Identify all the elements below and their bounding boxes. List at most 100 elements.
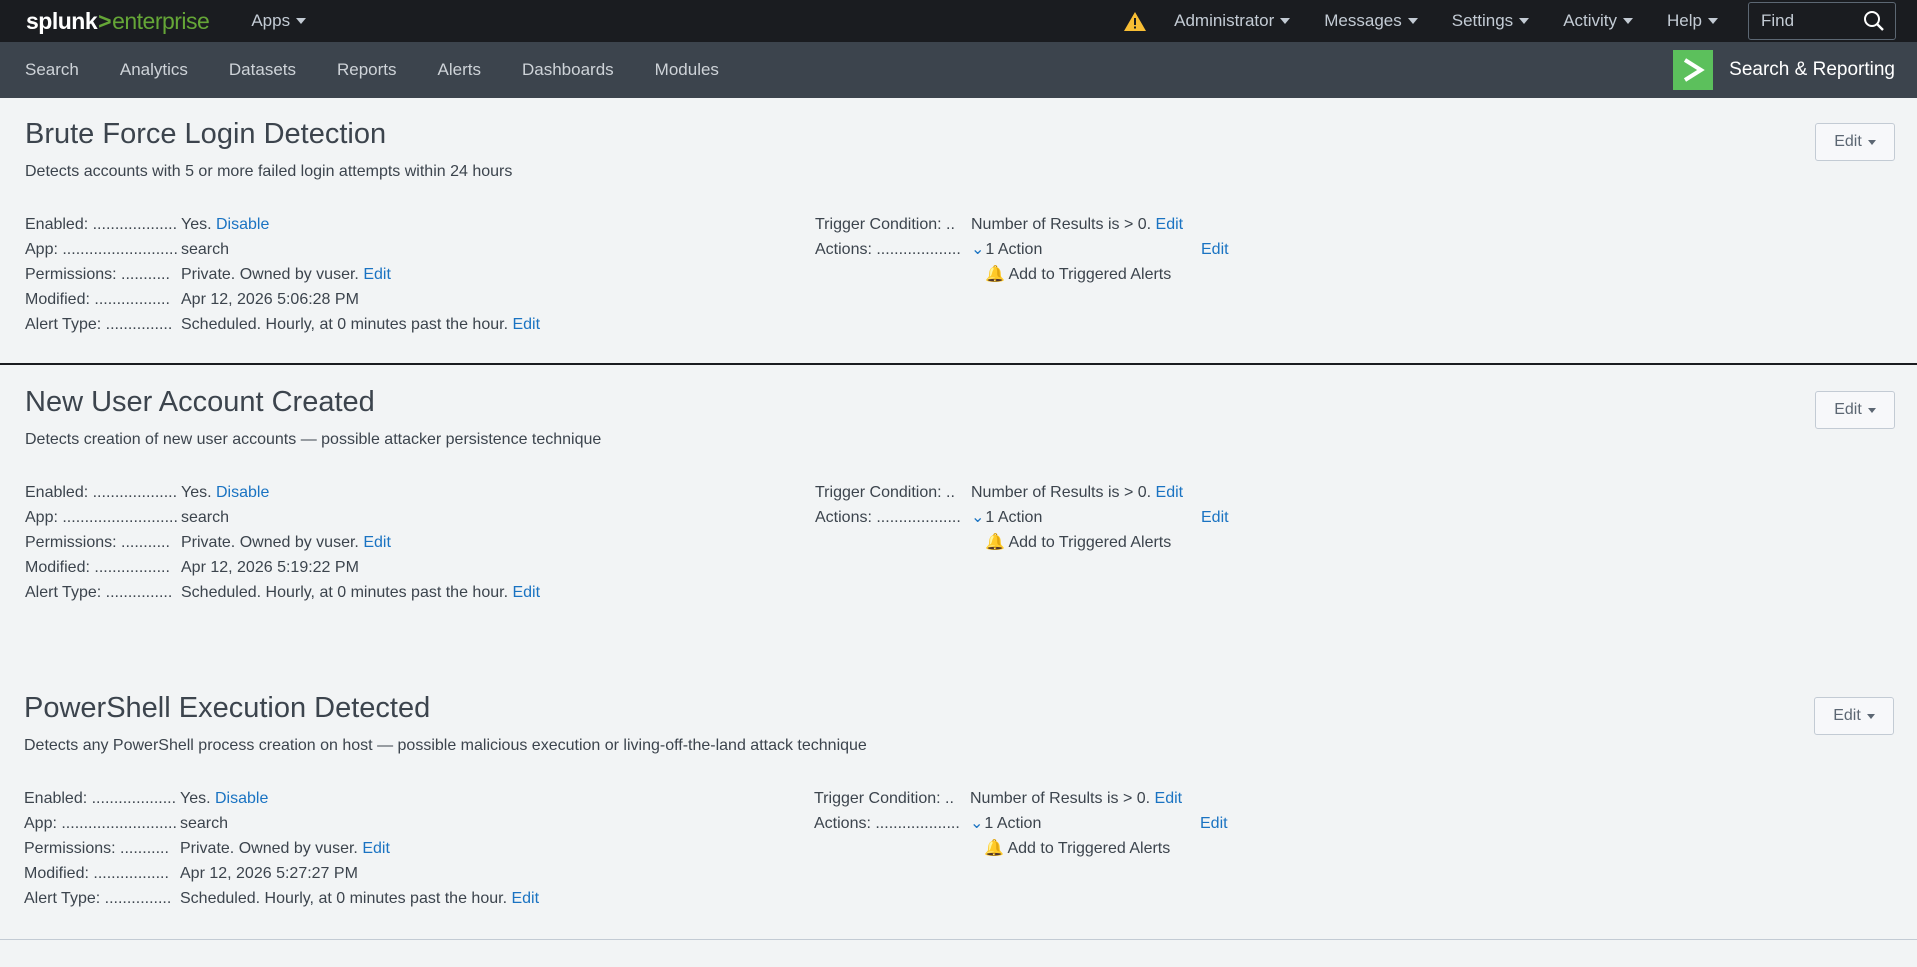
bell-icon: 🔔 xyxy=(985,266,1005,283)
enabled-value: Yes. xyxy=(181,216,212,233)
bell-icon: 🔔 xyxy=(984,840,1004,857)
nav-dashboards[interactable]: Dashboards xyxy=(522,60,614,80)
administrator-menu[interactable]: Administrator xyxy=(1174,11,1291,31)
warning-icon[interactable] xyxy=(1122,10,1148,32)
action-item-label: Add to Triggered Alerts xyxy=(1008,266,1172,283)
find-search-input[interactable]: Find xyxy=(1748,2,1896,40)
enabled-value: Yes. xyxy=(181,484,212,501)
enabled-value: Yes. xyxy=(180,790,211,807)
nav-reports[interactable]: Reports xyxy=(337,60,397,80)
chevron-down-icon: ⌄ xyxy=(970,815,984,832)
actions-toggle[interactable]: ⌄1 Action xyxy=(971,505,1042,530)
chevron-down-icon: ⌄ xyxy=(971,241,985,258)
app-navigation-bar: Search Analytics Datasets Reports Alerts… xyxy=(0,42,1917,98)
actions-label: Actions: ................... xyxy=(815,241,961,258)
trigger-condition-edit-link[interactable]: Edit xyxy=(1156,216,1184,233)
help-menu[interactable]: Help xyxy=(1667,11,1718,31)
disable-link[interactable]: Disable xyxy=(216,484,269,501)
app-name[interactable]: Search & Reporting xyxy=(1673,50,1895,90)
permissions-edit-link[interactable]: Edit xyxy=(363,534,391,551)
top-navigation-bar: splunk > enterprise Apps Administrator M… xyxy=(0,0,1917,42)
alert-type-label: Alert Type: ............... xyxy=(25,584,173,601)
trigger-condition-edit-link[interactable]: Edit xyxy=(1156,484,1184,501)
apps-menu-label: Apps xyxy=(251,11,291,30)
alert-title[interactable]: Brute Force Login Detection xyxy=(25,118,386,151)
alert-description: Detects any PowerShell process creation … xyxy=(24,737,867,754)
settings-menu[interactable]: Settings xyxy=(1451,11,1530,31)
caret-down-icon xyxy=(1866,713,1875,719)
nav-search[interactable]: Search xyxy=(25,60,79,80)
enabled-label: Enabled: ................... xyxy=(24,790,177,807)
actions-edit-link[interactable]: Edit xyxy=(1201,237,1229,262)
alert-type-value: Scheduled. Hourly, at 0 minutes past the… xyxy=(180,890,508,907)
edit-button-label: Edit xyxy=(1834,133,1862,150)
alert-title[interactable]: New User Account Created xyxy=(25,386,375,419)
splunk-logo[interactable]: splunk > enterprise xyxy=(26,7,210,35)
actions-edit-link[interactable]: Edit xyxy=(1201,505,1229,530)
trigger-condition-label: Trigger Condition: .. xyxy=(814,790,954,807)
alert-type-value: Scheduled. Hourly, at 0 minutes past the… xyxy=(181,316,509,333)
modified-label: Modified: ................. xyxy=(25,291,170,308)
alert-description: Detects creation of new user accounts — … xyxy=(25,431,602,448)
logo-text-splunk: splunk xyxy=(26,7,98,34)
nav-datasets[interactable]: Datasets xyxy=(229,60,296,80)
alert-title[interactable]: PowerShell Execution Detected xyxy=(24,692,430,725)
actions-count: 1 Action xyxy=(985,241,1043,258)
alert-type-edit-link[interactable]: Edit xyxy=(512,584,540,601)
nav-modules[interactable]: Modules xyxy=(655,60,719,80)
settings-menu-label: Settings xyxy=(1451,11,1514,30)
disable-link[interactable]: Disable xyxy=(215,790,268,807)
activity-menu[interactable]: Activity xyxy=(1563,11,1634,31)
actions-edit-link[interactable]: Edit xyxy=(1200,811,1228,836)
alert-type-edit-link[interactable]: Edit xyxy=(512,316,540,333)
administrator-menu-label: Administrator xyxy=(1174,11,1275,30)
nav-alerts[interactable]: Alerts xyxy=(438,60,481,80)
actions-count: 1 Action xyxy=(985,509,1043,526)
modified-value: Apr 12, 2026 5:27:27 PM xyxy=(180,865,358,882)
trigger-condition-value: Number of Results is > 0. xyxy=(971,216,1152,233)
trigger-condition-value: Number of Results is > 0. xyxy=(971,484,1152,501)
actions-toggle[interactable]: ⌄1 Action xyxy=(971,237,1042,262)
caret-down-icon xyxy=(1867,139,1876,145)
activity-menu-label: Activity xyxy=(1563,11,1618,30)
modified-value: Apr 12, 2026 5:19:22 PM xyxy=(181,559,359,576)
modified-value: Apr 12, 2026 5:06:28 PM xyxy=(181,291,359,308)
messages-menu-label: Messages xyxy=(1324,11,1402,30)
find-placeholder: Find xyxy=(1761,11,1795,30)
alert-type-edit-link[interactable]: Edit xyxy=(511,890,539,907)
help-menu-label: Help xyxy=(1667,11,1702,30)
action-item-label: Add to Triggered Alerts xyxy=(1007,840,1171,857)
messages-menu[interactable]: Messages xyxy=(1324,11,1418,31)
modified-label: Modified: ................. xyxy=(24,865,169,882)
permissions-label: Permissions: ........... xyxy=(25,266,170,283)
nav-analytics[interactable]: Analytics xyxy=(120,60,188,80)
section-divider xyxy=(0,939,1917,940)
app-label: App: .......................... xyxy=(25,241,178,258)
caret-down-icon xyxy=(1280,18,1291,24)
section-divider xyxy=(0,363,1917,365)
apps-menu[interactable]: Apps xyxy=(251,11,307,31)
permissions-edit-link[interactable]: Edit xyxy=(362,840,390,857)
permissions-edit-link[interactable]: Edit xyxy=(363,266,391,283)
logo-chevron: > xyxy=(98,7,112,34)
action-item-label: Add to Triggered Alerts xyxy=(1008,534,1172,551)
alert-edit-dropdown-button[interactable]: Edit xyxy=(1815,123,1895,161)
caret-down-icon xyxy=(1407,18,1418,24)
alert-edit-dropdown-button[interactable]: Edit xyxy=(1814,697,1894,735)
permissions-label: Permissions: ........... xyxy=(24,840,169,857)
modified-label: Modified: ................. xyxy=(25,559,170,576)
actions-toggle[interactable]: ⌄1 Action xyxy=(970,811,1041,836)
app-value: search xyxy=(180,815,229,832)
alert-type-label: Alert Type: ............... xyxy=(24,890,172,907)
app-value: search xyxy=(181,509,230,526)
actions-count: 1 Action xyxy=(984,815,1042,832)
edit-button-label: Edit xyxy=(1834,401,1862,418)
disable-link[interactable]: Disable xyxy=(216,216,269,233)
app-label: App: .......................... xyxy=(24,815,177,832)
permissions-value: Private. Owned by vuser. xyxy=(180,840,358,857)
alert-edit-dropdown-button[interactable]: Edit xyxy=(1815,391,1895,429)
search-icon[interactable] xyxy=(1863,10,1885,32)
trigger-condition-edit-link[interactable]: Edit xyxy=(1155,790,1183,807)
alert-type-value: Scheduled. Hourly, at 0 minutes past the… xyxy=(181,584,509,601)
chevron-down-icon: ⌄ xyxy=(971,509,985,526)
